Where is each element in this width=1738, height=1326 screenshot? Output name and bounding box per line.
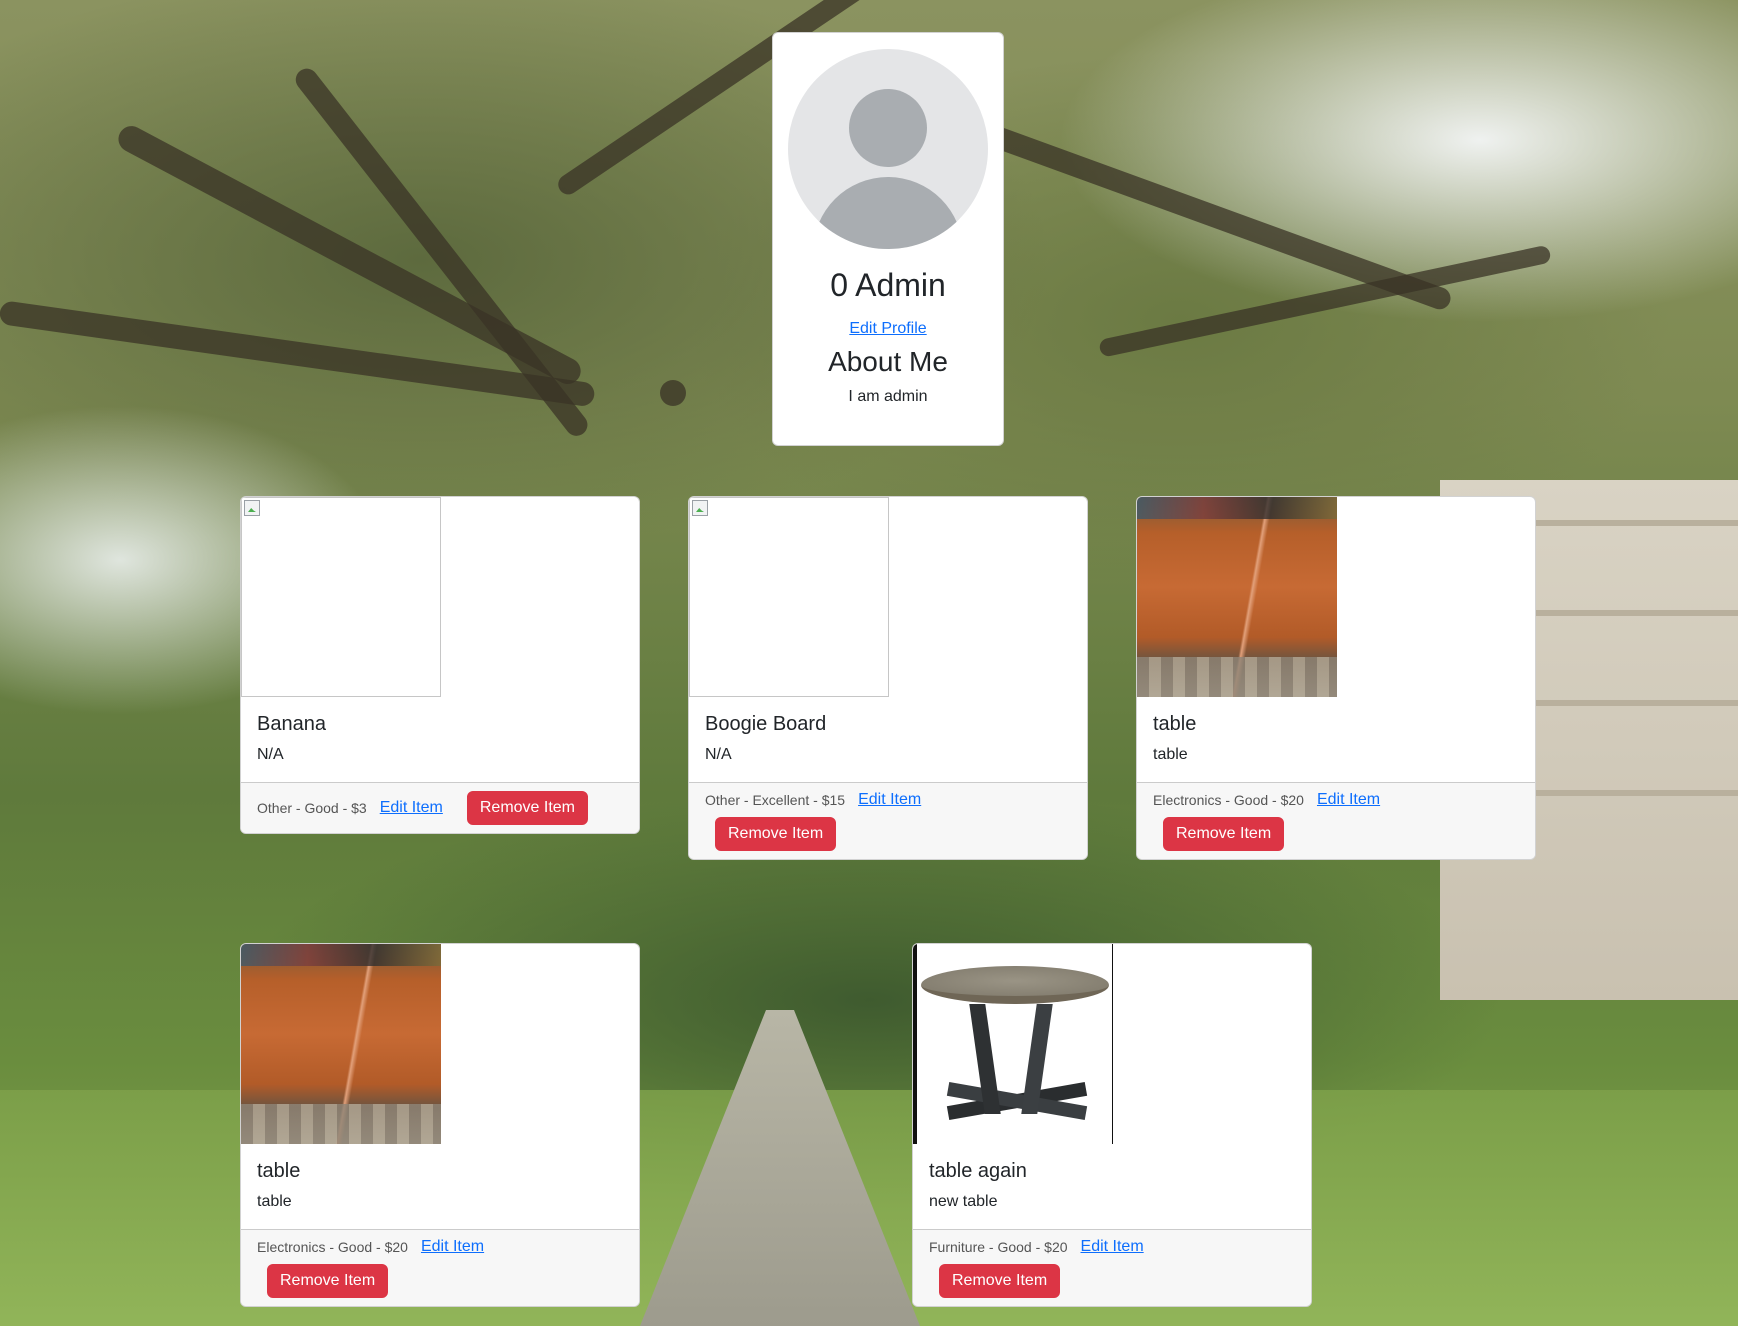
remove-item-button[interactable]: Remove Item	[267, 1264, 389, 1298]
item-description: table	[1153, 746, 1188, 763]
item-description: N/A	[705, 746, 732, 763]
item-footer: Other - Good - $3 Edit Item Remove Item	[241, 782, 639, 833]
remove-item-button[interactable]: Remove Item	[715, 817, 837, 851]
item-title: Banana	[257, 713, 326, 735]
item-card: table table Electronics - Good - $20 Edi…	[1136, 496, 1536, 860]
about-me-heading: About Me	[828, 346, 948, 377]
item-card: Banana N/A Other - Good - $3 Edit Item R…	[240, 496, 640, 834]
item-description: N/A	[257, 746, 284, 763]
edit-item-link[interactable]: Edit Item	[421, 1238, 484, 1256]
profile-name: 0 Admin	[830, 267, 946, 303]
edit-profile-link[interactable]: Edit Profile	[773, 320, 1003, 338]
item-title: table	[1153, 713, 1197, 735]
about-me-text: I am admin	[848, 388, 928, 405]
edit-item-link[interactable]: Edit Item	[858, 791, 921, 809]
edit-item-link[interactable]: Edit Item	[1081, 1238, 1144, 1256]
item-meta: Other - Excellent - $15	[705, 792, 846, 808]
item-image	[1137, 497, 1337, 697]
item-footer: Electronics - Good - $20 Edit Item Remov…	[1137, 782, 1535, 859]
item-title: table	[257, 1160, 301, 1182]
remove-item-button[interactable]: Remove Item	[939, 1264, 1061, 1298]
item-card: table table Electronics - Good - $20 Edi…	[240, 943, 640, 1307]
avatar	[788, 49, 988, 249]
item-footer: Other - Excellent - $15 Edit Item Remove…	[689, 782, 1087, 859]
item-title: Boogie Board	[705, 713, 827, 735]
remove-item-button[interactable]: Remove Item	[466, 791, 588, 825]
item-card: table again new table Furniture - Good -…	[912, 943, 1312, 1307]
item-image	[913, 944, 1113, 1144]
item-image	[241, 497, 441, 697]
item-card: Boogie Board N/A Other - Excellent - $15…	[688, 496, 1088, 860]
item-footer: Electronics - Good - $20 Edit Item Remov…	[241, 1229, 639, 1306]
item-footer: Furniture - Good - $20 Edit Item Remove …	[913, 1229, 1311, 1306]
item-description: new table	[929, 1193, 998, 1210]
profile-card: 0 Admin Edit Profile About Me I am admin	[772, 32, 1004, 446]
item-meta: Electronics - Good - $20	[1153, 792, 1304, 808]
item-image	[689, 497, 889, 697]
item-meta: Electronics - Good - $20	[257, 1239, 408, 1255]
item-image	[241, 944, 441, 1144]
edit-item-link[interactable]: Edit Item	[380, 799, 443, 817]
item-meta: Other - Good - $3	[257, 800, 367, 816]
edit-item-link[interactable]: Edit Item	[1317, 791, 1380, 809]
broken-image-icon	[244, 500, 260, 516]
item-description: table	[257, 1193, 292, 1210]
item-meta: Furniture - Good - $20	[929, 1239, 1068, 1255]
item-title: table again	[929, 1160, 1027, 1182]
broken-image-icon	[692, 500, 708, 516]
remove-item-button[interactable]: Remove Item	[1163, 817, 1285, 851]
